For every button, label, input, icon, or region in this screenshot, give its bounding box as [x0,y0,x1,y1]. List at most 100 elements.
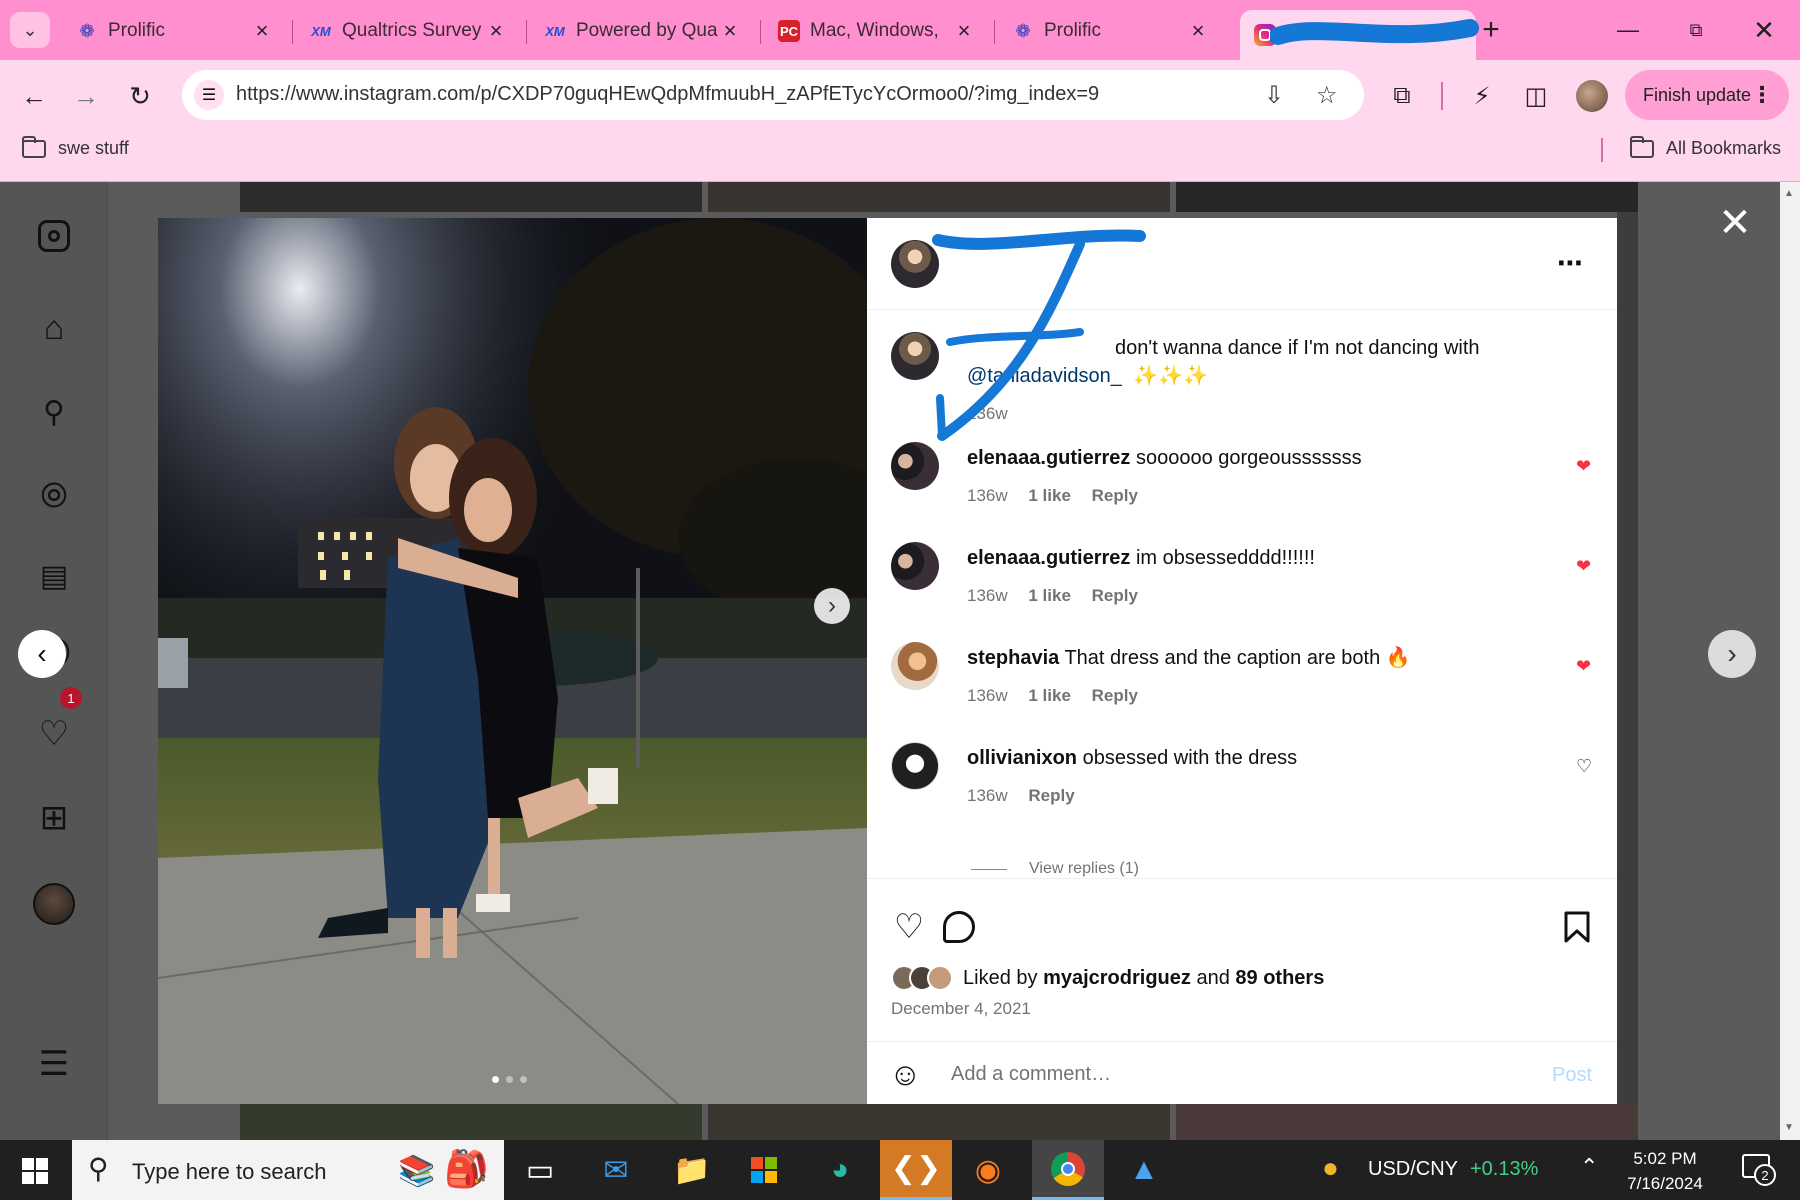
profile-avatar[interactable] [1576,80,1608,112]
performance-icon[interactable]: ⚡ [1464,78,1500,114]
tab-prolific-1[interactable]: ❁ Prolific × [62,10,284,52]
tab-search-button[interactable]: ⌄ [10,12,50,48]
reply-button[interactable]: Reply [1092,486,1138,505]
emoji-icon[interactable]: ☺ [889,1056,922,1093]
tab-pcmag[interactable]: PC Mac, Windows, × [764,10,986,52]
address-bar[interactable]: ☰ https://www.instagram.com/p/CXDP70guqH… [182,70,1364,120]
comment-likes[interactable]: 1 like [1028,586,1071,605]
close-tab-icon[interactable]: × [952,18,976,44]
author-avatar[interactable] [891,240,939,288]
heart-filled-icon[interactable]: ❤ [1576,456,1591,477]
reply-button[interactable]: Reply [1092,686,1138,705]
forward-button[interactable]: → [66,76,106,116]
edge-icon[interactable]: ◕ [804,1140,876,1200]
vscode-icon[interactable]: ❮❯ [880,1140,952,1200]
view-replies-button[interactable]: View replies (1) [971,860,1139,878]
extensions-icon[interactable]: ⧉ [1384,78,1420,114]
comment-input[interactable] [951,1056,1471,1092]
site-info-icon[interactable]: ☰ [194,80,224,110]
task-view-icon[interactable]: ▭ [504,1140,576,1200]
search-icon[interactable]: ⚲ [32,390,76,434]
taskbar-search[interactable]: ⚲ Type here to search 📚 🎒 [72,1140,504,1200]
commenter-avatar[interactable] [891,742,939,790]
all-bookmarks-button[interactable]: All Bookmarks [1630,135,1781,159]
post-date[interactable]: December 4, 2021 [891,999,1031,1019]
post-comment-button[interactable]: Post [1552,1064,1592,1087]
heart-filled-icon[interactable]: ❤ [1576,556,1591,577]
photos-icon[interactable]: ▲ [1108,1140,1180,1200]
tab-prolific-2[interactable]: ❁ Prolific × [998,10,1220,52]
windows-start-button[interactable] [22,1158,48,1184]
minimize-button[interactable]: — [1596,10,1660,50]
commenter-avatar[interactable] [891,542,939,590]
previous-post-button[interactable]: ‹ [18,630,66,678]
heart-icon[interactable]: ♡ [32,712,76,756]
author-avatar[interactable] [891,332,939,380]
firefox-icon[interactable]: ◉ [952,1140,1024,1200]
chrome-icon[interactable] [1032,1140,1104,1200]
reload-button[interactable]: ↻ [120,76,160,116]
finish-update-button[interactable]: Finish update ⋮ [1625,70,1789,120]
comment-username[interactable]: ollivianixon [967,747,1077,769]
system-clock[interactable]: 5:02 PM 7/16/2024 [1600,1146,1730,1196]
next-post-button[interactable]: › [1708,630,1756,678]
home-icon[interactable]: ⌂ [32,306,76,350]
side-panel-icon[interactable]: ◫ [1518,78,1554,114]
back-button[interactable]: ← [14,76,54,116]
page-scrollbar[interactable]: ▲ ▼ [1780,182,1800,1140]
clock-date: 7/16/2024 [1627,1174,1703,1193]
menu-icon[interactable]: ☰ [32,1042,76,1086]
close-tab-icon[interactable]: × [1186,18,1210,44]
restore-button[interactable]: ⧉ [1664,10,1728,50]
heart-filled-icon[interactable]: ❤ [1576,656,1591,677]
close-tab-icon[interactable]: × [250,18,274,44]
comment-username[interactable]: elenaaa.gutierrez [967,547,1130,569]
like-heart-icon[interactable]: ♡ [889,907,929,947]
liked-by-others[interactable]: 89 others [1235,967,1324,989]
caption-mention[interactable]: @taniadavidson_ [967,365,1122,387]
comment-likes[interactable]: 1 like [1028,486,1071,505]
mail-icon[interactable]: ✉ [580,1140,652,1200]
close-post-icon[interactable]: ✕ [1716,203,1754,243]
microsoft-store-icon[interactable] [728,1140,800,1200]
tab-qualtrics-survey[interactable]: XM Qualtrics Survey × [296,10,518,52]
close-tab-icon[interactable]: × [718,18,742,44]
instagram-page: ⌂ ⚲ ⦾ ▤ ◯ 1 ♡ ⊞ ☰ ✕ ‹ › [0,182,1800,1140]
commenter-avatar[interactable] [891,642,939,690]
reels-icon[interactable]: ▤ [32,554,76,598]
post-actions: ♡ Liked by myajcrodriguez and 89 others … [867,878,1617,1104]
bookmark-star-icon[interactable]: ☆ [1316,81,1338,110]
more-options-icon[interactable]: ⋯ [1557,248,1585,279]
save-bookmark-icon[interactable] [1557,907,1597,947]
liked-by-user[interactable]: myajcrodriguez [1043,967,1191,989]
scroll-down-icon[interactable]: ▼ [1784,1122,1794,1133]
tray-chevron-up-icon[interactable]: ⌃ [1580,1154,1598,1180]
install-app-icon[interactable]: ⇩ [1264,81,1284,110]
scroll-up-icon[interactable]: ▲ [1784,188,1794,199]
new-tab-button[interactable]: + [1466,10,1516,50]
reply-button[interactable]: Reply [1028,786,1074,805]
next-image-button[interactable]: › [814,588,850,624]
url-text[interactable]: https://www.instagram.com/p/CXDP70guqHEw… [236,83,1099,106]
create-icon[interactable]: ⊞ [32,796,76,840]
comment-icon[interactable] [939,907,979,947]
currency-widget[interactable]: ● USD/CNY +0.13% [1312,1140,1552,1200]
comment-username[interactable]: elenaaa.gutierrez [967,447,1130,469]
heart-outline-icon[interactable]: ♡ [1576,756,1592,777]
close-tab-icon[interactable]: × [484,18,508,44]
close-window-button[interactable]: ✕ [1732,10,1796,50]
bookmark-folder-swe-stuff[interactable]: swe stuff [22,135,129,159]
explore-icon[interactable]: ⦾ [32,474,76,518]
more-vert-icon[interactable]: ⋮ [1751,82,1773,108]
file-explorer-icon[interactable]: 📁 [656,1140,728,1200]
notification-center-icon[interactable]: 2 [1738,1152,1778,1188]
comment-likes[interactable]: 1 like [1028,686,1071,705]
instagram-logo-icon[interactable] [32,214,76,258]
commenter-avatar[interactable] [891,442,939,490]
tab-instagram-active[interactable] [1240,10,1476,60]
post-photo[interactable]: › [158,218,867,1104]
comment-username[interactable]: stephavia [967,647,1059,669]
profile-avatar[interactable] [32,882,76,926]
tab-powered-by-qualtrics[interactable]: XM Powered by Qua × [530,10,752,52]
reply-button[interactable]: Reply [1092,586,1138,605]
